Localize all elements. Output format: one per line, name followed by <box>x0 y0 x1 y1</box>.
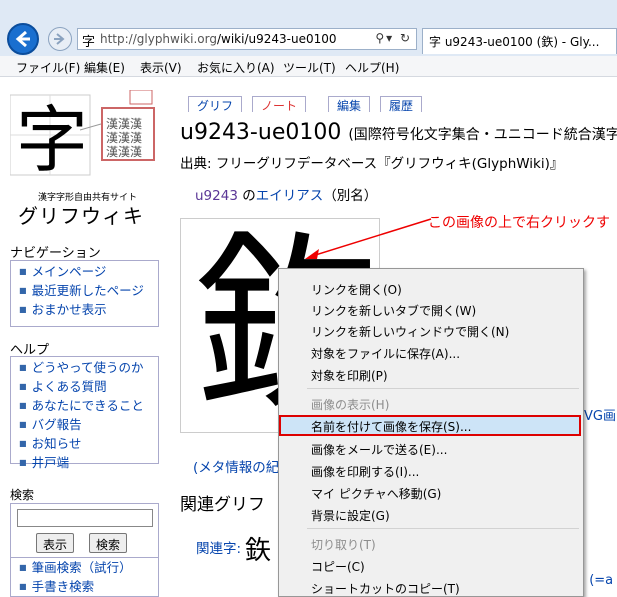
help-item-bug[interactable]: バグ報告 <box>19 416 158 435</box>
ctx-save-image-as[interactable]: 名前を付けて画像を保存(S)... <box>311 418 471 435</box>
search-heading: 検索 <box>10 488 35 502</box>
menu-tools[interactable]: ツール(T) <box>283 59 336 76</box>
browser-tab[interactable]: 字 u9243-ue0100 (鉃) - Gly... <box>422 28 617 54</box>
svg-text:漢漢漢: 漢漢漢 <box>106 131 142 145</box>
help-item-howto[interactable]: どうやって使うのか <box>19 359 158 378</box>
ctx-open-link-new-tab[interactable]: リンクを新しいタブで開く(W) <box>311 302 476 319</box>
meta-info-link[interactable]: (メタ情報の紀 <box>193 456 279 476</box>
alias-link-partial[interactable]: ) (=a <box>580 573 613 588</box>
page-title: u9243-ue0100 (国際符号化文字集合・ユニコード統合漢字 <box>180 120 617 145</box>
search-button[interactable]: 検索 <box>89 533 128 553</box>
context-menu: リンクを開く(O) リンクを新しいタブで開く(W) リンクを新しいウィンドウで開… <box>278 268 584 597</box>
nav-item-recent[interactable]: 最近更新したページ <box>19 282 158 301</box>
ctx-show-image: 画像の表示(H) <box>311 398 390 412</box>
search-input[interactable] <box>17 509 153 527</box>
menu-help[interactable]: ヘルプ(H) <box>345 59 399 76</box>
favicon: 字 <box>82 35 96 50</box>
help-item-forum[interactable]: 井戸端 <box>19 454 158 473</box>
alias-line: u9243 のエイリアス（別名） <box>195 188 378 204</box>
menu-favorites[interactable]: お気に入り(A) <box>197 59 275 76</box>
tab-title: 字 u9243-ue0100 (鉃) - Gly... <box>429 35 600 49</box>
ctx-open-link-new-window[interactable]: リンクを新しいウィンドウで開く(N) <box>311 323 509 340</box>
ctx-set-background[interactable]: 背景に設定(G) <box>311 507 390 524</box>
menu-view[interactable]: 表示(V) <box>140 59 182 76</box>
help-item-faq[interactable]: よくある質問 <box>19 378 158 397</box>
svg-text:漢漢漢: 漢漢漢 <box>106 117 142 131</box>
alias-code-link[interactable]: u9243 <box>195 188 238 204</box>
tab-edit[interactable]: 編集 <box>328 96 371 113</box>
handwriting-search-link[interactable]: 手書き検索 <box>19 578 158 597</box>
show-button[interactable]: 表示 <box>36 533 75 553</box>
related-glyph[interactable]: 鉃 <box>245 530 271 567</box>
nav-item-random[interactable]: おまかせ表示 <box>19 301 158 320</box>
tab-glyph[interactable]: グリフ <box>188 96 243 113</box>
address-bar[interactable]: 字 http://glyphwiki.org/wiki/u9243-ue0100… <box>77 28 417 50</box>
help-item-contribute[interactable]: あなたにできること <box>19 397 158 416</box>
ctx-email-image[interactable]: 画像をメールで送る(E)... <box>311 441 447 458</box>
menu-bar: ファイル(F) 編集(E) 表示(V) お気に入り(A) ツール(T) ヘルプ(… <box>0 56 617 77</box>
ctx-open-link[interactable]: リンクを開く(O) <box>311 281 402 298</box>
related-label: 関連字: <box>196 541 242 557</box>
search-refresh-icons[interactable]: ⚲▾ ↻ <box>375 31 412 45</box>
nav-item-main[interactable]: メインページ <box>19 263 158 282</box>
ctx-copy[interactable]: コピー(C) <box>311 558 365 575</box>
ctx-separator <box>307 388 579 389</box>
ctx-save-target[interactable]: 対象をファイルに保存(A)... <box>311 345 460 362</box>
ctx-cut: 切り取り(T) <box>311 538 376 552</box>
search-links-box: 筆画検索（試行） 手書き検索 <box>10 557 159 597</box>
search-box: 表示 検索 <box>10 503 159 558</box>
menu-file[interactable]: ファイル(F) <box>16 59 80 76</box>
ctx-print-target[interactable]: 対象を印刷(P) <box>311 367 388 384</box>
ctx-print-image[interactable]: 画像を印刷する(I)... <box>311 463 419 480</box>
menu-edit[interactable]: 編集(E) <box>84 59 125 76</box>
logo-glyph: 字 <box>16 98 88 182</box>
tab-note[interactable]: ノート <box>252 96 307 113</box>
ctx-go-my-pictures[interactable]: マイ ピクチャへ移動(G) <box>311 485 441 502</box>
help-item-news[interactable]: お知らせ <box>19 435 158 454</box>
browser-chrome: 字 http://glyphwiki.org/wiki/u9243-ue0100… <box>0 0 617 58</box>
tab-history[interactable]: 履歴 <box>380 96 423 113</box>
help-box: どうやって使うのか よくある質問 あなたにできること バグ報告 お知らせ 井戸端 <box>10 356 159 470</box>
related-heading: 関連グリフ <box>180 495 265 515</box>
ctx-copy-shortcut[interactable]: ショートカットのコピー(T) <box>311 580 460 597</box>
annotation-text: この画像の上で右クリックす <box>428 215 610 231</box>
logo-name[interactable]: グリフウィキ <box>18 200 144 229</box>
nav-heading: ナビゲーション <box>10 246 101 261</box>
ctx-separator <box>307 528 579 529</box>
address-url[interactable]: http://glyphwiki.org/wiki/u9243-ue0100 <box>100 32 337 46</box>
back-arrow-icon[interactable] <box>7 23 39 55</box>
source-line: 出典: フリーグリフデータベース『グリフウィキ(GlyphWiki)』 <box>180 156 564 172</box>
nav-box: メインページ 最近更新したページ おまかせ表示 <box>10 260 159 327</box>
alias-link[interactable]: エイリアス <box>256 188 324 204</box>
stroke-search-link[interactable]: 筆画検索（試行） <box>19 559 158 578</box>
svg-text:漢漢漢: 漢漢漢 <box>106 145 142 159</box>
annotation-arrow-icon <box>305 218 432 259</box>
forward-arrow-icon[interactable] <box>48 27 72 51</box>
svg-link-partial[interactable]: VG画 <box>584 405 616 424</box>
